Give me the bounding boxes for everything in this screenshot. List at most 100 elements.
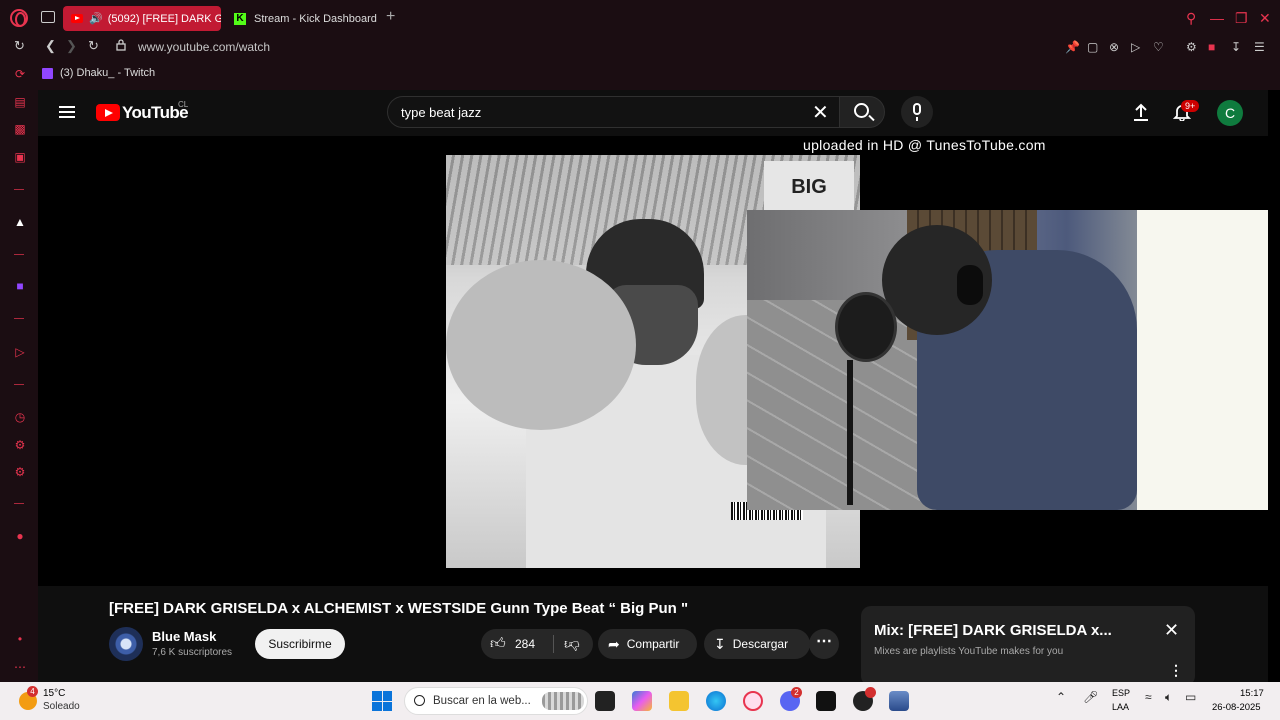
channel-name[interactable]: Blue Mask <box>152 629 216 644</box>
download-button[interactable]: ↧ Descargar <box>704 629 810 659</box>
share-button[interactable]: ➦ Compartir <box>598 629 697 659</box>
speaker-icon[interactable]: 🔊 <box>89 12 103 25</box>
twitch-sidebar-icon[interactable]: ■ <box>13 279 27 293</box>
like-divider <box>553 635 554 653</box>
mix-title[interactable]: Mix: [FREE] DARK GRISELDA x... <box>874 622 1112 639</box>
youtube-logo-icon[interactable] <box>96 104 120 121</box>
history-icon[interactable]: ◷ <box>13 410 27 424</box>
album-sign: BIG <box>764 161 854 213</box>
wallet-icon[interactable]: ■ <box>1208 40 1215 54</box>
voice-search-button[interactable] <box>901 96 933 128</box>
opera-taskbar-icon[interactable] <box>743 691 763 711</box>
bookmarks-bar <box>0 58 1280 90</box>
forward-icon[interactable]: ❯ <box>66 38 77 54</box>
lock-icon[interactable] <box>116 39 126 51</box>
tab-islands-icon[interactable] <box>41 11 55 23</box>
restore-icon[interactable]: ❐ <box>1235 10 1248 27</box>
new-tab-button[interactable]: + <box>386 9 395 25</box>
menu-icon[interactable]: ☰ <box>1254 40 1265 54</box>
mix-playlist-panel[interactable]: Mix: [FREE] DARK GRISELDA x... Mixes are… <box>861 606 1195 682</box>
extensions-icon[interactable]: ⚙ <box>1186 40 1197 54</box>
youtube-favicon-icon <box>71 14 83 23</box>
keyboard-layout[interactable]: LAA <box>1112 702 1129 712</box>
like-icon[interactable]: 👍︎ <box>490 635 506 653</box>
upload-icon[interactable] <box>1132 102 1150 122</box>
workspaces-icon[interactable]: ▤ <box>13 95 27 109</box>
reload-icon[interactable]: ↻ <box>88 38 99 54</box>
mod-icon[interactable]: ● <box>13 529 27 543</box>
clock-time[interactable]: 15:17 <box>1240 688 1264 699</box>
file-explorer-icon[interactable] <box>669 691 689 711</box>
edge-icon[interactable] <box>706 691 726 711</box>
volume-icon[interactable]: 🔈︎ <box>1165 690 1172 705</box>
close-window-icon[interactable]: ✕ <box>1259 10 1271 27</box>
crypto-icon[interactable]: ▩ <box>13 122 27 136</box>
search-button[interactable] <box>839 96 885 128</box>
app-window-icon[interactable] <box>889 691 909 711</box>
extensions-sidebar-icon[interactable]: ⚙ <box>13 438 27 452</box>
taskbar-search-placeholder: Buscar en la web... <box>433 695 531 707</box>
mix-more-icon[interactable]: ⋮ <box>1169 662 1183 679</box>
bookmark-twitch[interactable]: (3) Dhaku_ - Twitch <box>42 67 155 79</box>
account-avatar[interactable]: C <box>1217 100 1243 126</box>
twitch-favicon-icon <box>42 67 53 79</box>
url-field[interactable]: www.youtube.com/watch <box>138 40 270 54</box>
notion-icon[interactable] <box>816 691 836 711</box>
search-query[interactable]: type beat jazz <box>401 105 481 120</box>
language-code[interactable]: ESP <box>1112 688 1130 698</box>
search-tabs-icon[interactable]: ⚲ <box>1186 10 1196 27</box>
temperature[interactable]: 15°C <box>43 688 65 699</box>
like-count[interactable]: 284 <box>515 637 535 651</box>
dislike-icon[interactable]: 👍︎ <box>564 635 580 653</box>
channel-avatar[interactable] <box>109 627 143 661</box>
player-icon[interactable]: ▷ <box>1131 40 1140 54</box>
weather-condition[interactable]: Soleado <box>43 701 80 712</box>
clock-date[interactable]: 26-08-2025 <box>1212 702 1261 713</box>
close-mix-icon[interactable]: ✕ <box>1164 620 1179 641</box>
notification-count: 9+ <box>1181 100 1200 112</box>
webcam-window-light <box>1137 210 1268 510</box>
microphone-tray-icon[interactable]: 🎤︎ <box>1083 690 1098 704</box>
back-icon[interactable]: ❮ <box>45 38 56 54</box>
subscribe-button[interactable]: Suscribirme <box>255 629 345 659</box>
heart-icon[interactable]: ♡ <box>1153 40 1164 54</box>
clear-search-icon[interactable]: ✕ <box>812 100 829 125</box>
adblock-icon[interactable]: ⊗ <box>1109 40 1119 54</box>
messenger-icon[interactable]: ▣ <box>13 150 27 164</box>
gx-icon[interactable]: • <box>13 632 27 646</box>
wifi-icon[interactable]: ≈ <box>1145 690 1152 704</box>
tab-kick[interactable]: K Stream - Kick Dashboard <box>226 6 378 31</box>
sidebar-divider <box>14 189 24 190</box>
download-icon[interactable]: ↧ <box>1231 40 1241 54</box>
taskbar-search[interactable]: Buscar en la web... <box>404 687 588 715</box>
kick-sidebar-icon[interactable]: ▲ <box>13 215 27 229</box>
opera-logo-icon[interactable] <box>10 9 28 27</box>
sidebar-divider <box>14 384 24 385</box>
minimize-icon[interactable]: — <box>1210 10 1224 26</box>
reload-flow-icon[interactable]: ↻ <box>14 38 25 54</box>
snapshot-icon[interactable]: ▢ <box>1087 40 1098 54</box>
aria-icon[interactable]: ⟳ <box>13 67 27 81</box>
share-icon: ➦ <box>608 635 620 652</box>
player-sidebar-icon[interactable]: ▷ <box>13 345 27 359</box>
more-sidebar-icon[interactable]: ⋯ <box>13 660 27 674</box>
obs-badge <box>865 687 876 698</box>
weather-badge: 4 <box>27 686 38 697</box>
webcam-overlay-image <box>747 210 1268 510</box>
settings-icon[interactable]: ⚙ <box>13 465 27 479</box>
more-actions-button[interactable]: ⋯ <box>809 629 839 659</box>
guide-menu-icon[interactable] <box>59 106 75 118</box>
microphone-icon <box>913 103 921 115</box>
mic-stand <box>847 360 853 505</box>
battery-icon[interactable]: ▭ <box>1185 690 1196 704</box>
task-view-icon[interactable] <box>595 691 615 711</box>
start-button[interactable] <box>372 691 392 711</box>
pin-icon[interactable]: 📌 <box>1065 40 1080 54</box>
show-hidden-icons[interactable]: ⌃ <box>1056 690 1066 704</box>
pop-filter <box>835 292 897 362</box>
tab-youtube[interactable]: 🔊 (5092) [FREE] DARK G <box>63 6 221 31</box>
video-player[interactable]: uploaded in HD @ TunesToTube.com BIG <box>38 136 1268 586</box>
download-arrow-icon: ↧ <box>714 635 726 652</box>
copilot-icon[interactable] <box>632 691 652 711</box>
youtube-masthead: YouTube CL type beat jazz ✕ 9+ C <box>38 90 1268 136</box>
